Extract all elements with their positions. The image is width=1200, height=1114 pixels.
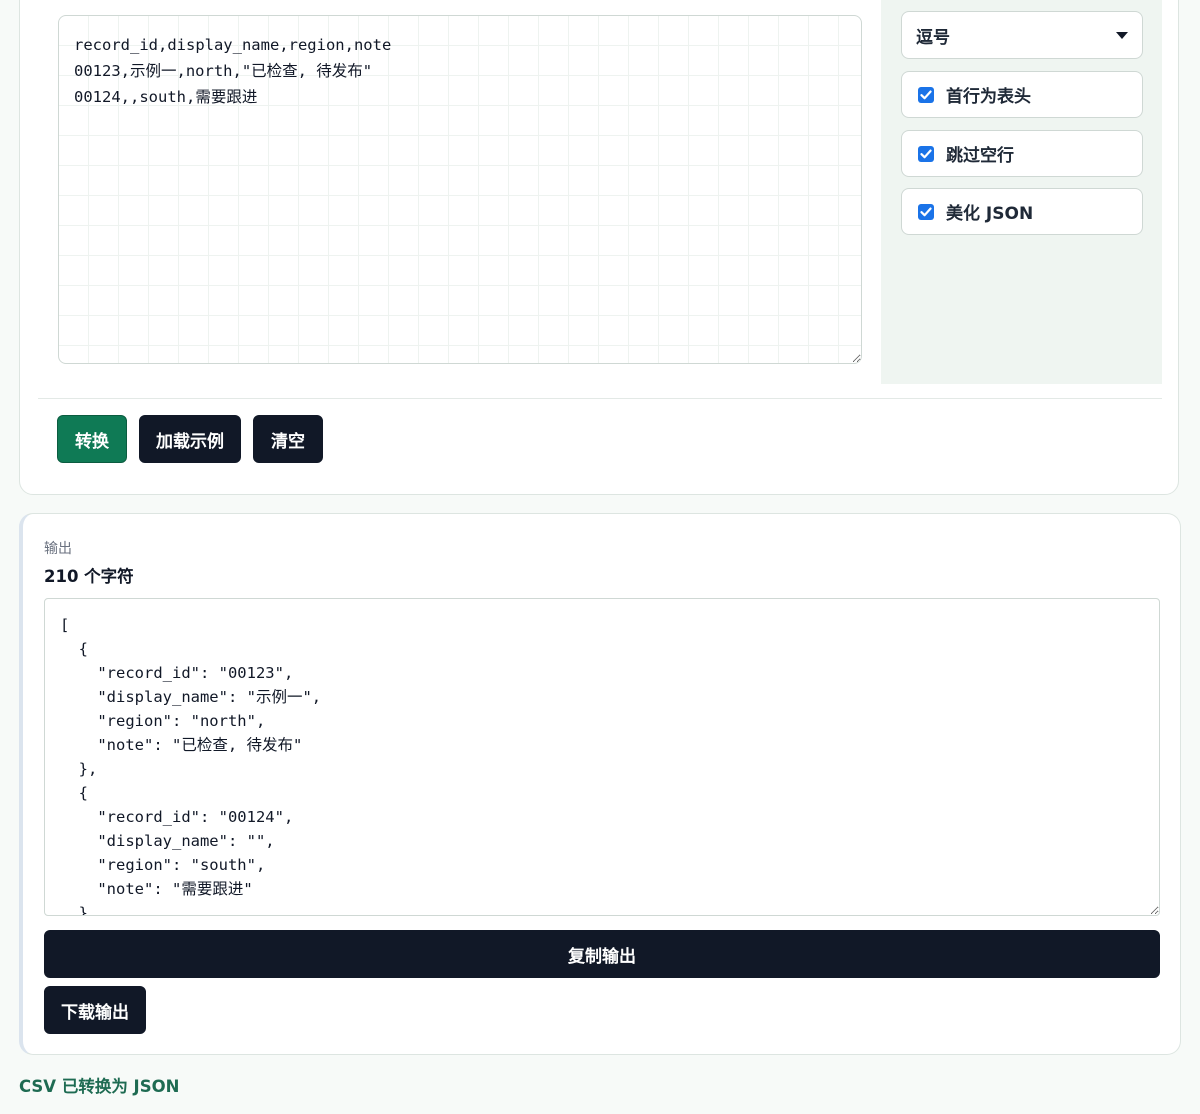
- divider: [38, 398, 1162, 399]
- checkmark-icon: [920, 207, 932, 216]
- copy-output-button[interactable]: 复制输出: [44, 930, 1160, 978]
- header-row-option[interactable]: 首行为表头: [901, 71, 1143, 118]
- header-row-checkbox[interactable]: [918, 86, 934, 103]
- clear-button[interactable]: 清空: [253, 415, 323, 463]
- csv-to-json-page: record_id,display_name,region,note 00123…: [0, 0, 1200, 1114]
- status-message: CSV 已转换为 JSON: [19, 1077, 180, 1096]
- load-sample-button[interactable]: 加载示例: [139, 415, 241, 463]
- skip-empty-option[interactable]: 跳过空行: [901, 130, 1143, 177]
- download-output-button[interactable]: 下载输出: [44, 986, 146, 1034]
- header-row-label: 首行为表头: [946, 87, 1031, 107]
- delimiter-select[interactable]: 逗号: [901, 11, 1143, 59]
- pretty-json-checkbox[interactable]: [918, 203, 934, 220]
- output-card: 输出 210 个字符 [ { "record_id": "00123", "di…: [19, 513, 1181, 1055]
- checkmark-icon: [920, 90, 932, 99]
- options-panel: 逗号 首行为表头 跳过空行 美化 JSON: [881, 0, 1162, 384]
- json-output[interactable]: [ { "record_id": "00123", "display_name"…: [44, 598, 1160, 916]
- convert-button[interactable]: 转换: [57, 415, 127, 463]
- delimiter-value: 逗号: [916, 27, 950, 48]
- input-card: record_id,display_name,region,note 00123…: [19, 0, 1179, 495]
- chevron-down-icon: [1116, 31, 1128, 39]
- skip-empty-label: 跳过空行: [946, 146, 1014, 166]
- csv-input[interactable]: record_id,display_name,region,note 00123…: [58, 15, 862, 364]
- skip-empty-checkbox[interactable]: [918, 145, 934, 162]
- pretty-json-label: 美化 JSON: [946, 204, 1034, 224]
- pretty-json-option[interactable]: 美化 JSON: [901, 188, 1143, 235]
- output-label: 输出: [44, 541, 72, 557]
- csv-editor: record_id,display_name,region,note 00123…: [58, 15, 862, 364]
- checkmark-icon: [920, 149, 932, 158]
- char-count: 210 个字符: [44, 567, 134, 586]
